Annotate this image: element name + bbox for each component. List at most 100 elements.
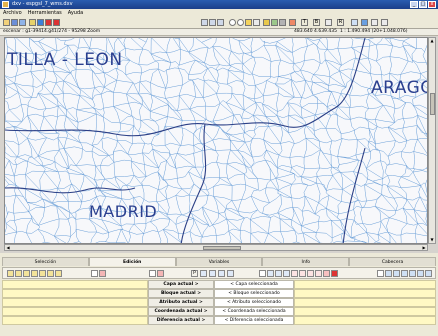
vertical-scroll-thumb[interactable] — [430, 93, 435, 115]
delete-node-icon[interactable] — [157, 270, 164, 277]
split-icon[interactable] — [307, 270, 314, 277]
selected-coordinate-input[interactable] — [294, 307, 436, 316]
map-canvas[interactable]: TILLA - LEON ARAGO MADRID — [4, 37, 428, 244]
circle-draw-icon[interactable] — [283, 270, 290, 277]
current-difference-button[interactable]: Diferencia actual > — [148, 316, 214, 325]
pencil-icon[interactable] — [200, 270, 207, 277]
line-icon[interactable] — [267, 270, 274, 277]
layer-input[interactable] — [2, 280, 148, 289]
maximize-button[interactable]: □ — [419, 1, 427, 8]
region-boundary — [180, 123, 207, 243]
scroll-right-icon[interactable]: ▶ — [421, 245, 427, 250]
list-tool-icon[interactable] — [55, 270, 62, 277]
node-tool-icon[interactable] — [149, 270, 156, 277]
table-tool-icon[interactable] — [47, 270, 54, 277]
attribute-input[interactable] — [2, 298, 148, 307]
star-icon[interactable] — [29, 19, 36, 26]
tab-variables[interactable]: Variables — [175, 257, 263, 266]
tab-cabecera[interactable]: Cabecera — [349, 257, 436, 266]
layers-icon[interactable] — [37, 19, 44, 26]
cut-icon[interactable] — [45, 19, 52, 26]
pin-icon[interactable] — [377, 270, 384, 277]
selected-difference-input[interactable] — [294, 316, 436, 325]
menu-ayuda[interactable]: Ayuda — [68, 9, 83, 17]
header-remove-icon[interactable] — [409, 270, 416, 277]
text-tool-icon[interactable]: P — [191, 270, 198, 277]
vertical-scrollbar[interactable]: ▲ ▼ — [428, 37, 436, 244]
measure-icon[interactable] — [245, 19, 252, 26]
current-block-button[interactable]: Bloque actual > — [148, 289, 214, 298]
scroll-down-icon[interactable]: ▼ — [429, 237, 435, 243]
export-icon[interactable] — [381, 19, 388, 26]
save-icon[interactable] — [11, 19, 18, 26]
settings-icon[interactable] — [371, 19, 378, 26]
arc-icon[interactable] — [218, 270, 225, 277]
tab-seleccion[interactable]: Selección — [2, 257, 89, 266]
tab-edicion[interactable]: Edición — [88, 257, 176, 266]
open-folder-icon[interactable] — [3, 19, 10, 26]
zoom-extent-icon[interactable] — [217, 19, 224, 26]
menu-herramientas[interactable]: Herramientas — [28, 9, 62, 17]
spline-icon[interactable] — [227, 270, 234, 277]
angle-icon[interactable] — [299, 270, 306, 277]
target-icon[interactable] — [237, 19, 244, 26]
magnet-icon[interactable] — [99, 270, 106, 277]
current-coordinate-button[interactable]: Coordenada actual > — [148, 307, 214, 316]
filter-icon[interactable] — [289, 19, 296, 26]
highlight-icon[interactable] — [263, 19, 270, 26]
minimize-button[interactable]: _ — [410, 1, 418, 8]
pdf-icon[interactable] — [53, 19, 60, 26]
header-add-icon[interactable] — [401, 270, 408, 277]
current-attribute-button[interactable]: Atributo actual > — [148, 298, 214, 307]
property-row: Coordenada actual > < Coordenada selecci… — [2, 307, 436, 316]
eraser-icon[interactable] — [323, 270, 330, 277]
close-button[interactable]: x — [428, 1, 436, 8]
edit-tools-bar: P — [2, 267, 436, 279]
zoom-in-icon[interactable] — [201, 19, 208, 26]
selected-attribute-input[interactable] — [294, 298, 436, 307]
coordinate-bar: escenar : g1-39414.g41/274 - 95298 Zoom … — [0, 29, 438, 36]
header-move-icon[interactable] — [417, 270, 424, 277]
block-list-icon[interactable] — [15, 270, 22, 277]
rectangle-icon[interactable] — [259, 270, 266, 277]
region-label-castilla-leon: TILLA - LEON — [7, 50, 123, 70]
circle-tool-icon[interactable] — [229, 19, 236, 26]
color-tool-icon[interactable] — [325, 19, 332, 26]
join-icon[interactable] — [315, 270, 322, 277]
horizontal-scrollbar[interactable]: ◀ ▶ — [4, 244, 428, 251]
window-icon[interactable] — [351, 19, 358, 26]
selected-layer-input[interactable] — [294, 280, 436, 289]
selected-block-input[interactable] — [294, 289, 436, 298]
tab-info[interactable]: Info — [262, 257, 350, 266]
scroll-left-icon[interactable]: ◀ — [5, 245, 11, 250]
cross-icon[interactable] — [291, 270, 298, 277]
difference-input[interactable] — [2, 316, 148, 325]
header-edit-icon[interactable] — [393, 270, 400, 277]
selected-attribute-label: < Atributo seleccionado — [214, 298, 294, 307]
coordinate-list-icon[interactable] — [31, 270, 38, 277]
grid-icon[interactable] — [271, 19, 278, 26]
coordinate-input[interactable] — [2, 307, 148, 316]
pan-tool-icon[interactable] — [91, 270, 98, 277]
zoom-out-icon[interactable] — [209, 19, 216, 26]
select-icon[interactable] — [253, 19, 260, 26]
layer-tool-icon[interactable] — [7, 270, 14, 277]
block-input[interactable] — [2, 289, 148, 298]
text-type-tool-icon[interactable]: T — [301, 19, 308, 26]
table-icon[interactable] — [279, 19, 286, 26]
red-pen-icon[interactable] — [331, 270, 338, 277]
draw-line-icon[interactable] — [275, 270, 282, 277]
block-tool-icon[interactable]: B — [313, 19, 320, 26]
info-icon[interactable] — [361, 19, 368, 26]
header-table-icon[interactable] — [385, 270, 392, 277]
print-icon[interactable] — [19, 19, 26, 26]
attribute-list-icon[interactable] — [23, 270, 30, 277]
polyline-icon[interactable] — [209, 270, 216, 277]
current-layer-button[interactable]: Capa actual > — [148, 280, 214, 289]
difference-list-icon[interactable] — [39, 270, 46, 277]
ruler-tool-icon[interactable]: R — [337, 19, 344, 26]
menu-archivo[interactable]: Archivo — [3, 9, 22, 17]
scroll-up-icon[interactable]: ▲ — [429, 38, 435, 44]
horizontal-scroll-thumb[interactable] — [203, 246, 241, 250]
header-save-icon[interactable] — [425, 270, 432, 277]
